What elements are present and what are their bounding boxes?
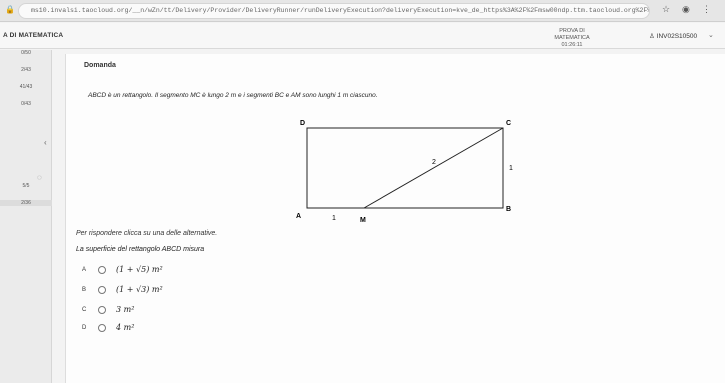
label-bc-length: 1 [509, 165, 513, 172]
question-title: Domanda [84, 62, 116, 69]
profile-icon[interactable]: ◉ [682, 4, 690, 15]
option-letter: B [82, 287, 87, 293]
label-am-length: 1 [332, 215, 336, 222]
sidebar-item[interactable]: 5/5 [0, 183, 52, 189]
option-letter: C [82, 307, 87, 313]
loading-icon: ◌ [37, 173, 42, 182]
segment-mc [363, 127, 504, 209]
radio-button[interactable] [98, 324, 106, 332]
sidebar-item-active[interactable]: 2/36 [0, 200, 52, 206]
sidebar-item[interactable]: 2/43 [0, 67, 52, 73]
label-b: B [506, 206, 511, 213]
rectangle-abcd [306, 127, 504, 209]
option-letter: D [82, 325, 87, 331]
question-text: ABCD è un rettangolo. Il segmento MC è l… [88, 92, 378, 99]
option-text: 3 m² [116, 305, 135, 314]
timer: 01:26:11 [561, 42, 583, 48]
sidebar-item[interactable]: 41/43 [0, 84, 52, 90]
browser-toolbar: 🔒 ms10.invalsi.taocloud.org/__n/wZn/tt/D… [0, 0, 725, 22]
exam-label: PROVA DI MATEMATICA [554, 28, 590, 41]
radio-button[interactable] [98, 306, 106, 314]
user-icon: ♙ [649, 33, 657, 40]
radio-button[interactable] [98, 286, 106, 294]
screen: 🔒 ms10.invalsi.taocloud.org/__n/wZn/tt/D… [0, 0, 725, 383]
option-text: 4 m² [116, 323, 135, 332]
section-sidebar: 0/50 2/43 41/43 0/43 5/5 2/36 ‹ [0, 50, 52, 383]
label-a: A [296, 213, 301, 220]
menu-icon[interactable]: ⋮ [702, 4, 711, 15]
sub-question: La superficie del rettangolo ABCD misura [76, 246, 205, 253]
label-m: M [360, 217, 366, 224]
label-mc-length: 2 [432, 159, 436, 166]
chevron-down-icon[interactable]: ⌄ [708, 31, 714, 39]
test-title: A DI MATEMATICA [3, 32, 64, 39]
option-letter: A [82, 267, 87, 273]
label-c: C [506, 120, 511, 127]
sidebar-item[interactable]: 0/50 [0, 50, 52, 56]
exam-info: PROVA DI MATEMATICA 01:26:11 [542, 28, 602, 49]
radio-button[interactable] [98, 266, 106, 274]
answer-option-b[interactable]: B (1 + √3) m² [82, 284, 342, 298]
sidebar-item[interactable]: 0/43 [0, 101, 52, 107]
app-header: A DI MATEMATICA PROVA DI MATEMATICA 01:2… [0, 23, 725, 49]
star-icon[interactable]: ☆ [662, 4, 670, 15]
option-text: (1 + √5) m² [116, 265, 163, 274]
answer-option-a[interactable]: A (1 + √5) m² [82, 264, 342, 278]
rectangle-figure: D C A B M 2 1 1 [296, 120, 513, 224]
answer-option-c[interactable]: C 3 m² [82, 304, 342, 318]
lock-icon: 🔒 [5, 5, 15, 14]
address-bar[interactable]: ms10.invalsi.taocloud.org/__n/wZn/tt/Del… [18, 3, 650, 19]
question-card: Domanda ABCD è un rettangolo. Il segment… [65, 54, 725, 383]
instructions: Per rispondere clicca su una delle alter… [76, 230, 218, 237]
chevron-left-icon[interactable]: ‹ [44, 138, 47, 147]
user-id-label: INV02S10500 [656, 33, 698, 40]
option-text: (1 + √3) m² [116, 285, 163, 294]
label-d: D [300, 120, 305, 127]
user-id[interactable]: ♙ INV02S10500 [649, 32, 697, 40]
answer-option-d[interactable]: D 4 m² [82, 322, 342, 336]
